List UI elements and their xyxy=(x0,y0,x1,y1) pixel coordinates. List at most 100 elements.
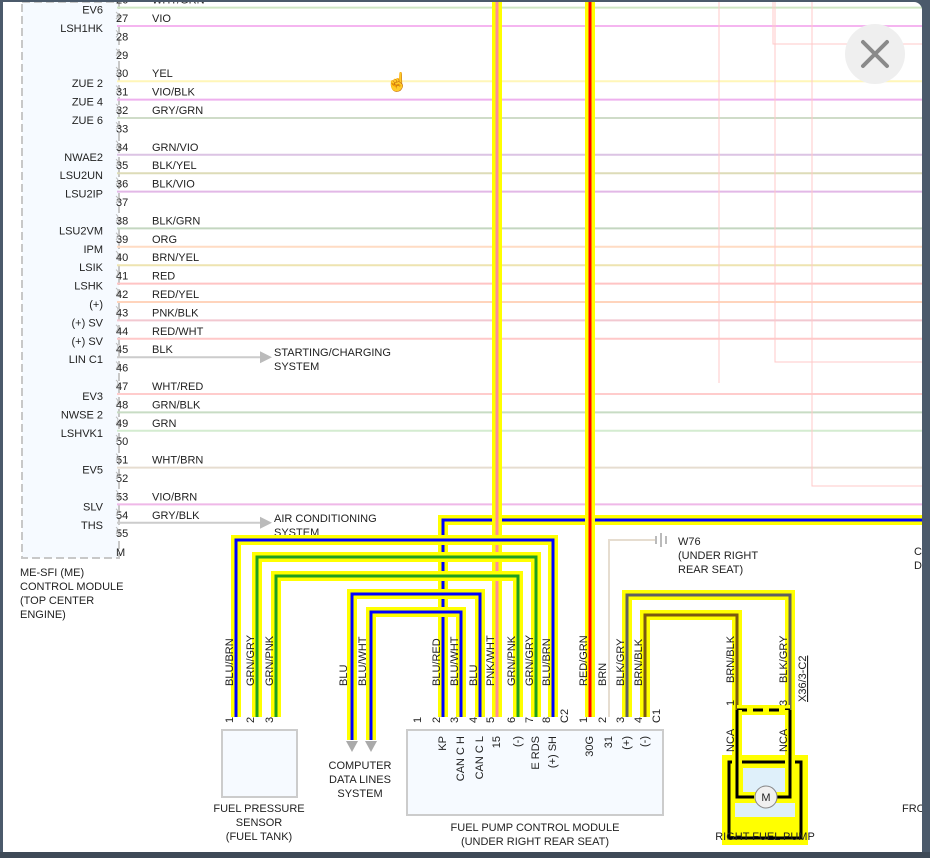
destination-label: STARTING/CHARGING xyxy=(274,347,391,359)
pin-function-label: CAN C L xyxy=(474,736,486,779)
blu-brn-wire xyxy=(234,538,555,717)
wire-color-label: GRY/BLK xyxy=(152,510,200,522)
pin-function-label: SLV xyxy=(83,501,104,513)
wire-color-label: PNK/BLK xyxy=(152,307,199,319)
computer-data-lines-label: SYSTEM xyxy=(337,788,382,800)
pin-function-label: NWAE2 xyxy=(64,152,103,164)
wire-color-label: VIO xyxy=(152,13,171,25)
wire-color-label: GRN/VIO xyxy=(152,142,199,154)
wire-color-label: BRN/BLK xyxy=(633,638,645,686)
bottom-toolbar xyxy=(0,852,930,858)
pin-number: 1 xyxy=(224,717,236,723)
pin-function-label: LSU2VM xyxy=(59,225,103,237)
wire-color-label: GRN xyxy=(152,418,177,430)
wire-color-label: BLU/RED xyxy=(431,638,443,686)
wire-color-label: YEL xyxy=(152,68,173,80)
wiring-diagram: 26WHT/GRNEV627VIOLSH1HK282930YELZUE 231V… xyxy=(20,2,922,848)
pin-function-label: (+) SV xyxy=(72,336,104,348)
arrow-down-icon xyxy=(365,741,377,752)
pin-function-label: 31 xyxy=(603,736,615,748)
wire-color-label: RED/WHT xyxy=(152,326,204,338)
control-module-title: ME-SFI (ME) xyxy=(20,567,84,579)
pin-function-label: CAN C H xyxy=(455,736,467,781)
wire-color-label: PNK/WHT xyxy=(485,635,497,686)
wire-color-label: VIO/BRN xyxy=(152,491,197,503)
wire-color-label: GRN/GRY xyxy=(524,634,536,686)
wire-color-label: GRN/GRY xyxy=(245,634,257,686)
pin-function-label: ZUE 4 xyxy=(72,97,103,109)
wire-color-label: BLU/BRN xyxy=(224,638,236,686)
close-button[interactable] xyxy=(845,24,905,84)
wire-color-label: WHT/GRN xyxy=(152,2,205,7)
pin-function-label: LSIK xyxy=(79,262,104,274)
pin-function-label: 30G xyxy=(584,736,596,757)
pin-number: 4 xyxy=(633,717,645,723)
wire-color-label: RED/YEL xyxy=(152,289,199,301)
pin-number: 1 xyxy=(578,717,590,723)
pin-number: 2 xyxy=(245,717,257,723)
pin-number: 3 xyxy=(778,700,790,706)
blu-brn-wire-highlight xyxy=(231,535,558,717)
pin-function-label: ZUE 2 xyxy=(72,78,103,90)
ground-label: REAR SEAT) xyxy=(678,564,743,576)
wire-color-label: BLK/GRY xyxy=(615,638,627,686)
pin-function-label: NCA xyxy=(778,728,790,752)
pin-number: 3 xyxy=(264,717,276,723)
pin-function-label: (+) SH xyxy=(547,736,559,768)
wire-color-label: WHT/BRN xyxy=(152,455,203,467)
wire-color-label: ORG xyxy=(152,234,177,246)
fuel-pump-control-module-label: (UNDER RIGHT REAR SEAT) xyxy=(461,836,609,848)
pin-number: 5 xyxy=(485,717,497,723)
wire-color-label: RED/GRN xyxy=(578,635,590,686)
ground-icon xyxy=(655,533,667,547)
offscreen-label: C xyxy=(914,546,922,558)
pin-function-label: ZUE 6 xyxy=(72,115,103,127)
wire-color-label: WHT/RED xyxy=(152,381,203,393)
pin-function-label: LSHVK1 xyxy=(61,428,103,440)
pin-number: 2 xyxy=(597,717,609,723)
pin-function-label: IPM xyxy=(83,244,103,256)
pin-number: 1 xyxy=(412,717,424,723)
wire-color-label: GRN/PNK xyxy=(264,635,276,686)
pin-function-label: THS xyxy=(81,520,103,532)
pin-function-label: (+) xyxy=(621,736,633,750)
arrow-down-icon xyxy=(346,741,358,752)
pin-number: 3 xyxy=(449,717,461,723)
wire-color-label: GRN/PNK xyxy=(506,635,518,686)
pin-function-label: (+) xyxy=(89,299,103,311)
pin-number: M xyxy=(116,547,125,559)
wire-color-label: BLU/WHT xyxy=(357,636,369,686)
pin-function-label: EV5 xyxy=(82,465,103,477)
pin-function-label: LSH1HK xyxy=(60,23,103,35)
wire-color-label: BLU/WHT xyxy=(449,636,461,686)
control-module-title: ENGINE) xyxy=(20,609,66,621)
pin-function-label: LIN C1 xyxy=(69,354,103,366)
ground-label: W76 xyxy=(678,536,701,548)
computer-data-lines-label: COMPUTER xyxy=(329,760,392,772)
wire-color-label: BRN/YEL xyxy=(152,252,199,264)
pin-function-label: LSU2IP xyxy=(65,189,103,201)
wire-color-label: VIO/BLK xyxy=(152,87,195,99)
pin-function-label: (+) SV xyxy=(72,317,104,329)
arrow-icon xyxy=(260,516,272,529)
fuel-pump-control-module-label: FUEL PUMP CONTROL MODULE xyxy=(451,822,620,834)
close-x-icon xyxy=(861,40,889,68)
brn-blk-wire xyxy=(643,613,739,717)
pin-function-label: (-) xyxy=(512,736,524,747)
wire-color-label: BLK/GRY xyxy=(778,635,790,683)
pin-number: 6 xyxy=(506,717,518,723)
wire-color-label: BLK xyxy=(152,344,173,356)
pin-function-label: E RDS xyxy=(530,736,542,770)
pin-function-label: (-) xyxy=(639,736,651,747)
wire-color-label: BLK/YEL xyxy=(152,160,197,172)
fuel-pressure-sensor-box xyxy=(221,729,298,798)
pin-function-label: NWSE 2 xyxy=(61,409,103,421)
wire-color-label: GRN/BLK xyxy=(152,399,201,411)
offscreen-label: FRO xyxy=(902,803,922,815)
pin-number: 4 xyxy=(468,717,480,723)
pin-number: 2 xyxy=(431,717,443,723)
wire-color-label: RED xyxy=(152,271,175,283)
wire-color-label: BRN/BLK xyxy=(725,635,737,683)
control-module-title: (TOP CENTER xyxy=(20,595,94,607)
wire-color-label: GRY/GRN xyxy=(152,105,203,117)
